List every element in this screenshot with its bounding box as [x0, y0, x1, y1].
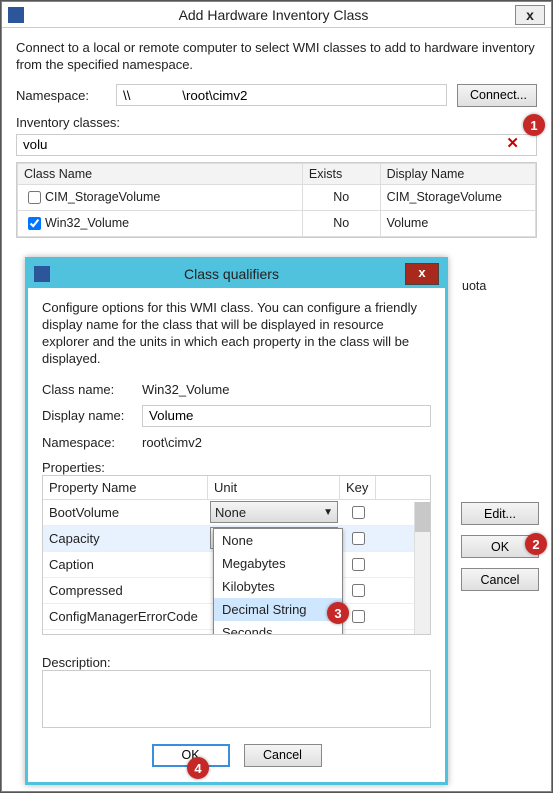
props-scrollbar[interactable] — [414, 502, 430, 634]
annotation-badge-3: 3 — [327, 602, 349, 624]
namespace-input[interactable] — [116, 84, 447, 106]
table-row[interactable]: CIM_StorageVolume No CIM_StorageVolume — [18, 184, 536, 210]
description-box — [42, 670, 431, 728]
namespace-label: Namespace: — [16, 88, 116, 103]
col-exists[interactable]: Exists — [302, 163, 380, 184]
key-checkbox[interactable] — [352, 532, 365, 545]
cancel-modal-button[interactable]: Cancel — [244, 744, 322, 767]
key-checkbox[interactable] — [352, 506, 365, 519]
qualifiers-dialog: Class qualifiers x Configure options for… — [25, 257, 448, 785]
modal-ns-value: root\cimv2 — [142, 435, 202, 450]
classname-value: Win32_Volume — [142, 382, 229, 397]
connect-button[interactable]: Connect... — [457, 84, 537, 107]
hdr-key[interactable]: Key — [340, 476, 376, 499]
annotation-badge-1: 1 — [523, 114, 545, 136]
close-main[interactable]: x — [515, 5, 545, 25]
modal-icon — [34, 266, 50, 282]
clear-filter-icon[interactable]: ✕ — [506, 134, 519, 152]
main-title: Add Hardware Inventory Class — [32, 7, 515, 23]
properties-grid: Property Name Unit Key BootVolume None▼ … — [42, 475, 431, 635]
dropdown-item[interactable]: Seconds — [214, 621, 342, 635]
scroll-thumb[interactable] — [415, 502, 430, 532]
chevron-down-icon: ▼ — [323, 507, 333, 518]
modal-title: Class qualifiers — [58, 266, 405, 282]
app-icon — [8, 7, 24, 23]
cancel-main-button[interactable]: Cancel — [461, 568, 539, 591]
dropdown-item-selected[interactable]: Decimal String — [214, 598, 342, 621]
hdr-propname[interactable]: Property Name — [43, 476, 208, 499]
dropdown-item[interactable]: Kilobytes — [214, 575, 342, 598]
key-checkbox[interactable] — [352, 558, 365, 571]
filter-input[interactable] — [16, 134, 537, 156]
partial-text: uota — [462, 279, 486, 293]
description-label: Description: — [42, 655, 431, 670]
col-display[interactable]: Display Name — [380, 163, 535, 184]
unit-dropdown: None Megabytes Kilobytes Decimal String … — [213, 528, 343, 635]
modal-titlebar: Class qualifiers x — [28, 260, 445, 288]
prop-row[interactable]: BootVolume None▼ — [43, 500, 430, 526]
hdr-unit[interactable]: Unit — [208, 476, 340, 499]
inventory-label: Inventory classes: — [16, 115, 537, 130]
displayname-input[interactable] — [142, 405, 431, 427]
dropdown-item[interactable]: Megabytes — [214, 552, 342, 575]
modal-intro: Configure options for this WMI class. Yo… — [42, 300, 431, 368]
close-modal[interactable]: x — [405, 263, 439, 285]
properties-label: Properties: — [42, 460, 431, 475]
dropdown-item[interactable]: None — [214, 529, 342, 552]
modal-ns-label: Namespace: — [42, 435, 142, 450]
key-checkbox[interactable] — [352, 584, 365, 597]
unit-select[interactable]: None▼ — [210, 501, 338, 523]
row-checkbox[interactable] — [28, 191, 41, 204]
displayname-label: Display name: — [42, 408, 142, 423]
edit-button[interactable]: Edit... — [461, 502, 539, 525]
annotation-badge-4: 4 — [187, 757, 209, 779]
key-checkbox[interactable] — [352, 610, 365, 623]
main-intro: Connect to a local or remote computer to… — [16, 40, 537, 74]
main-titlebar: Add Hardware Inventory Class x — [2, 2, 551, 28]
table-row[interactable]: Win32_Volume No Volume — [18, 210, 536, 236]
class-table: Class Name Exists Display Name CIM_Stora… — [17, 163, 536, 237]
classname-label: Class name: — [42, 382, 142, 397]
col-classname[interactable]: Class Name — [18, 163, 303, 184]
annotation-badge-2: 2 — [525, 533, 547, 555]
row-checkbox[interactable] — [28, 217, 41, 230]
